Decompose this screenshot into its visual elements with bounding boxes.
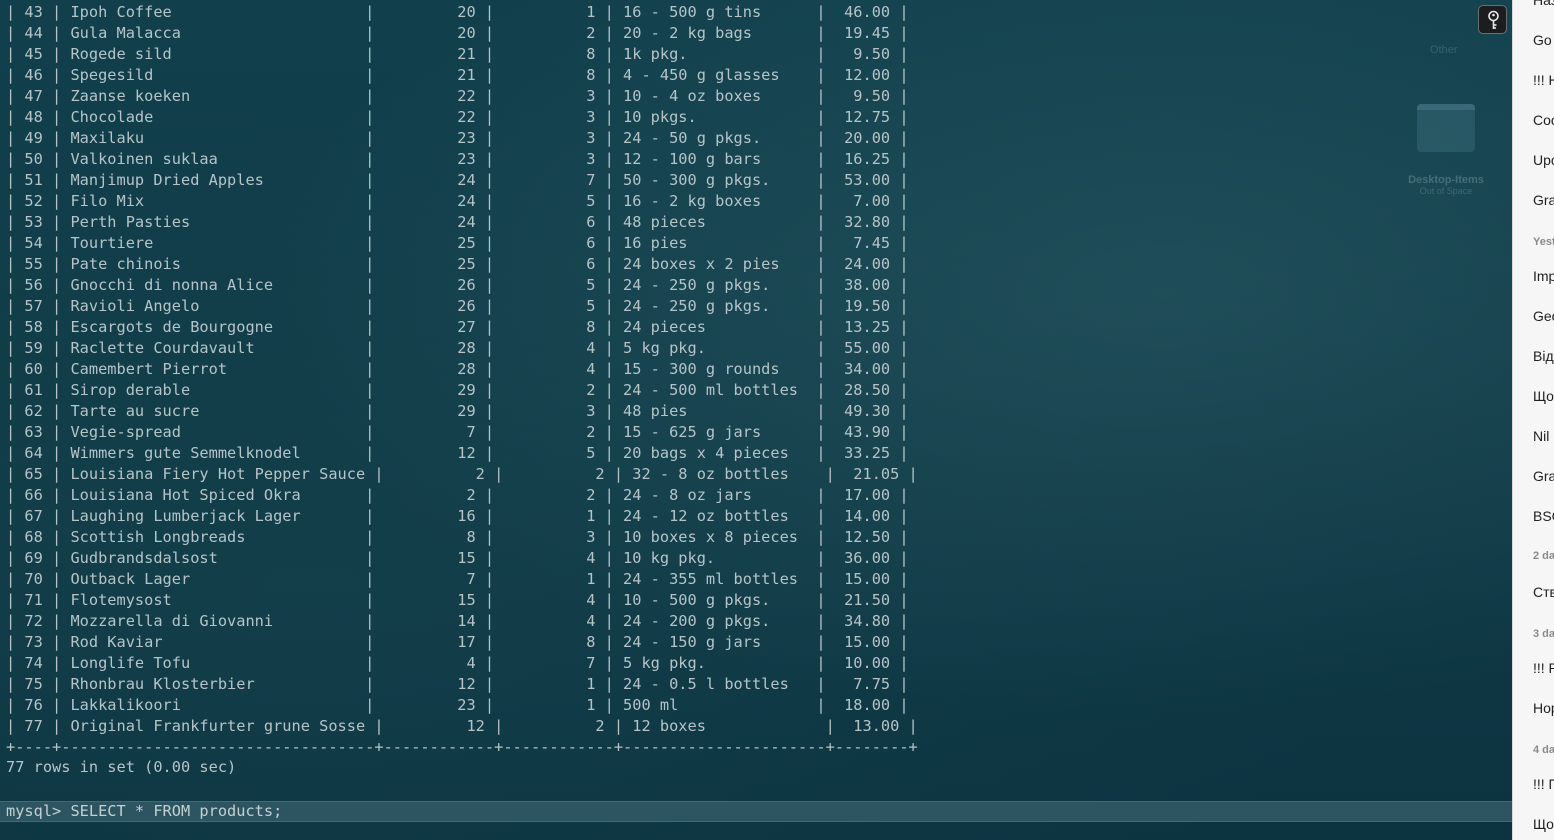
password-key-button[interactable]: [1478, 5, 1507, 34]
sidebar-date-header: 3 da: [1533, 628, 1554, 640]
table-row: | 77 | Original Frankfurter grune Sosse …: [6, 717, 918, 735]
result-summary: 77 rows in set (0.00 sec): [6, 758, 237, 776]
table-row: | 76 | Lakkalikoori | 23 | 1 | 500 ml | …: [6, 696, 909, 714]
sidebar-note-item[interactable]: Coo: [1533, 112, 1554, 128]
sidebar-note-item[interactable]: Upc: [1533, 152, 1554, 168]
desktop-background: Other Desktop-Items Out of Space | 43 | …: [0, 0, 1554, 840]
table-row: | 72 | Mozzarella di Giovanni | 14 | 4 |…: [6, 612, 909, 630]
sidebar-note-item[interactable]: Geo: [1533, 308, 1554, 324]
sidebar-note-item[interactable]: Gra: [1533, 468, 1554, 484]
table-row: | 60 | Camembert Pierrot | 28 | 4 | 15 -…: [6, 360, 909, 378]
table-row: | 54 | Tourtiere | 25 | 6 | 16 pies | 7.…: [6, 234, 909, 252]
sidebar-date-header: 2 da: [1533, 550, 1554, 562]
key-icon: [1488, 10, 1499, 29]
sidebar-note-item[interactable]: BSC: [1533, 508, 1554, 524]
table-row: | 43 | Ipoh Coffee | 20 | 1 | 16 - 500 g…: [6, 3, 909, 21]
table-row: | 63 | Vegie-spread | 7 | 2 | 15 - 625 g…: [6, 423, 909, 441]
sidebar-note-item[interactable]: Nil I: [1533, 428, 1554, 444]
table-row: | 67 | Laughing Lumberjack Lager | 16 | …: [6, 507, 909, 525]
sidebar-note-item[interactable]: Ств: [1533, 584, 1554, 600]
prompt-command[interactable]: mysql> SELECT * FROM products;: [6, 801, 282, 822]
table-row: | 74 | Longlife Tofu | 4 | 7 | 5 kg pkg.…: [6, 654, 909, 672]
table-row: | 52 | Filo Mix | 24 | 5 | 16 - 2 kg box…: [6, 192, 909, 210]
table-row: | 53 | Perth Pasties | 24 | 6 | 48 piece…: [6, 213, 909, 231]
table-row: | 45 | Rogede sild | 21 | 8 | 1k pkg. | …: [6, 45, 909, 63]
table-row: | 49 | Maxilaku | 23 | 3 | 24 - 50 g pkg…: [6, 129, 909, 147]
sidebar-note-item[interactable]: Gra: [1533, 192, 1554, 208]
notes-sidebar: Наз Go !!! H Coo Upc Gra Yest Imp Geo Від Що Nil I G…: [1512, 0, 1554, 840]
table-row: | 58 | Escargots de Bourgogne | 27 | 8 |…: [6, 318, 909, 336]
table-row: | 56 | Gnocchi di nonna Alice | 26 | 5 |…: [6, 276, 909, 294]
table-row: | 65 | Louisiana Fiery Hot Pepper Sauce …: [6, 465, 918, 483]
table-row: | 59 | Raclette Courdavault | 28 | 4 | 5…: [6, 339, 909, 357]
table-row: | 70 | Outback Lager | 7 | 1 | 24 - 355 …: [6, 570, 909, 588]
table-row: | 44 | Gula Malacca | 20 | 2 | 20 - 2 kg…: [6, 24, 909, 42]
sidebar-date-header: 4 da: [1533, 744, 1554, 756]
sidebar-note-item[interactable]: !!! H: [1533, 72, 1554, 88]
table-row: | 69 | Gudbrandsdalsost | 15 | 4 | 10 kg…: [6, 549, 909, 567]
terminal-window[interactable]: | 43 | Ipoh Coffee | 20 | 1 | 16 - 500 g…: [0, 0, 1512, 840]
table-row: | 62 | Tarte au sucre | 29 | 3 | 48 pies…: [6, 402, 909, 420]
table-row: | 46 | Spegesild | 21 | 8 | 4 - 450 g gl…: [6, 66, 909, 84]
sidebar-note-item[interactable]: Що: [1533, 816, 1554, 832]
table-row: | 73 | Rod Kaviar | 17 | 8 | 24 - 150 g …: [6, 633, 909, 651]
command-prompt-line[interactable]: mysql> SELECT * FROM products;: [0, 801, 1512, 822]
table-row: | 51 | Manjimup Dried Apples | 24 | 7 | …: [6, 171, 909, 189]
sidebar-date-header: Yest: [1533, 236, 1554, 248]
sidebar-note-item[interactable]: Наз: [1533, 0, 1554, 8]
table-row: | 47 | Zaanse koeken | 22 | 3 | 10 - 4 o…: [6, 87, 909, 105]
table-row: | 68 | Scottish Longbreads | 8 | 3 | 10 …: [6, 528, 909, 546]
table-row: | 66 | Louisiana Hot Spiced Okra | 2 | 2…: [6, 486, 909, 504]
sidebar-note-item[interactable]: Що: [1533, 388, 1554, 404]
table-row: | 57 | Ravioli Angelo | 26 | 5 | 24 - 25…: [6, 297, 909, 315]
sidebar-note-item[interactable]: Від: [1533, 348, 1554, 364]
table-row: | 64 | Wimmers gute Semmelknodel | 12 | …: [6, 444, 909, 462]
table-row: | 61 | Sirop derable | 29 | 2 | 24 - 500…: [6, 381, 909, 399]
sidebar-note-item[interactable]: Go: [1533, 32, 1552, 48]
table-row: | 55 | Pate chinois | 25 | 6 | 24 boxes …: [6, 255, 909, 273]
sidebar-note-item[interactable]: Imp: [1533, 268, 1554, 284]
table-border-line: +----+----------------------------------…: [6, 738, 918, 756]
table-row: | 48 | Chocolade | 22 | 3 | 10 pkgs. | 1…: [6, 108, 909, 126]
sidebar-note-item[interactable]: Hop: [1533, 700, 1554, 716]
table-row: | 75 | Rhonbrau Klosterbier | 12 | 1 | 2…: [6, 675, 909, 693]
table-row: | 71 | Flotemysost | 15 | 4 | 10 - 500 g…: [6, 591, 909, 609]
sidebar-note-item[interactable]: !!! P: [1533, 660, 1554, 676]
table-row: | 50 | Valkoinen suklaa | 23 | 3 | 12 - …: [6, 150, 909, 168]
sidebar-note-item[interactable]: !!! П: [1533, 776, 1554, 792]
